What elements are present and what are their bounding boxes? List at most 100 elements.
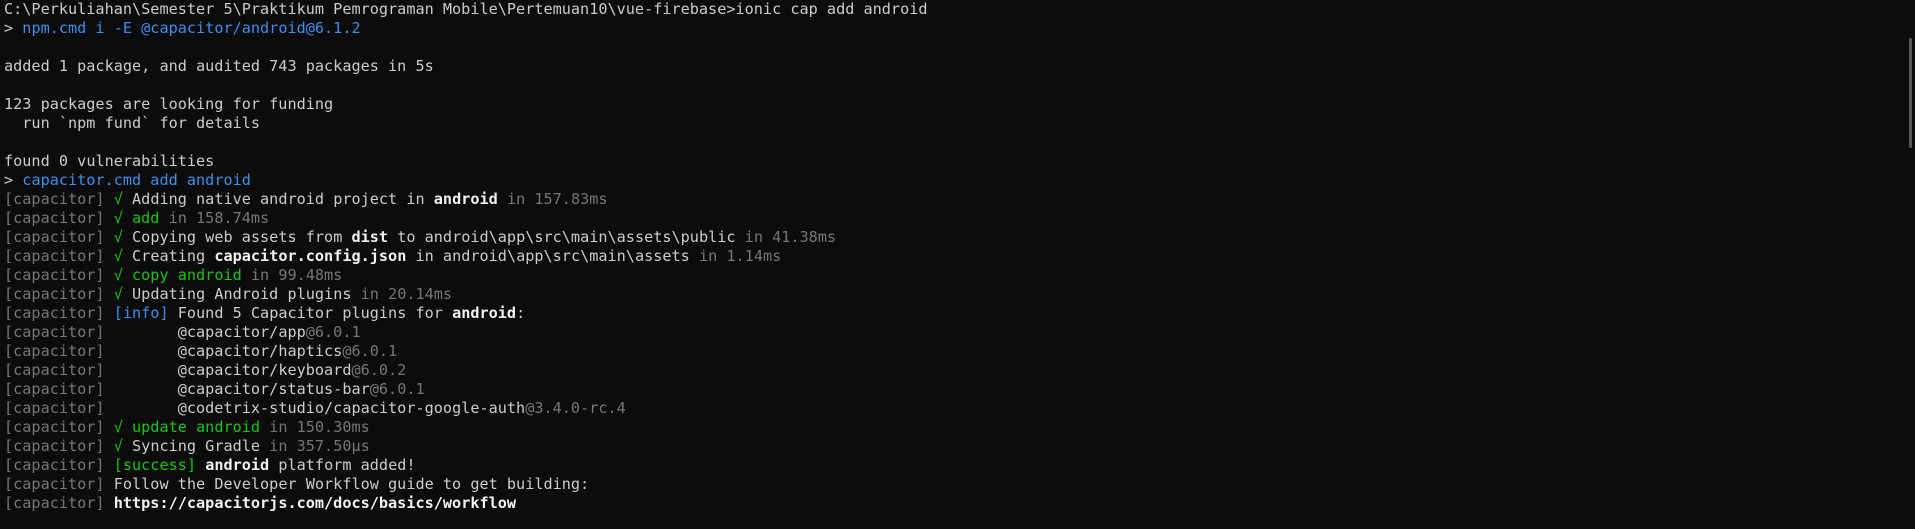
terminal-text: Updating Android plugins bbox=[132, 285, 352, 303]
terminal-line: [capacitor] √ Updating Android plugins i… bbox=[4, 285, 1894, 304]
scrollbar-thumb[interactable] bbox=[1909, 38, 1912, 148]
terminal-line: > npm.cmd i -E @capacitor/android@6.1.2 bbox=[4, 19, 1894, 38]
terminal-text: [capacitor] bbox=[4, 228, 114, 246]
terminal-text: in android\app\src\main\assets bbox=[406, 247, 690, 265]
terminal-text: √ bbox=[113, 285, 133, 303]
terminal-text: @3.4.0-rc.4 bbox=[525, 399, 626, 417]
terminal-line: [capacitor] √ Creating capacitor.config.… bbox=[4, 247, 1894, 266]
terminal-text: √ add bbox=[113, 209, 160, 227]
terminal-text: [capacitor] bbox=[4, 399, 178, 417]
terminal-text: [success] bbox=[113, 456, 197, 474]
terminal-line: 123 packages are looking for funding bbox=[4, 95, 1894, 114]
terminal-text: [capacitor] bbox=[4, 437, 114, 455]
terminal-text: √ bbox=[113, 228, 133, 246]
scrollbar[interactable] bbox=[1901, 0, 1915, 529]
terminal-line: added 1 package, and audited 743 package… bbox=[4, 57, 1894, 76]
terminal-text: Syncing Gradle bbox=[132, 437, 261, 455]
terminal-text: [capacitor] bbox=[4, 209, 114, 227]
terminal-text: in 158.74ms bbox=[159, 209, 270, 227]
terminal-line: [capacitor] [info] Found 5 Capacitor plu… bbox=[4, 304, 1894, 323]
terminal-line: [capacitor] @capacitor/status-bar@6.0.1 bbox=[4, 380, 1894, 399]
terminal-line: [capacitor] https://capacitorjs.com/docs… bbox=[4, 494, 1894, 513]
terminal-text: in 357.50μs bbox=[260, 437, 370, 455]
terminal-text: [capacitor] bbox=[4, 475, 114, 493]
terminal-line: [capacitor] √ update android in 150.30ms bbox=[4, 418, 1894, 437]
terminal-text: in 99.48ms bbox=[241, 266, 343, 284]
terminal-line: [capacitor] √ Copying web assets from di… bbox=[4, 228, 1894, 247]
terminal-text: [capacitor] bbox=[4, 266, 114, 284]
terminal-text: dist bbox=[351, 228, 389, 246]
terminal-text: in 20.14ms bbox=[351, 285, 453, 303]
terminal-text: Follow the Developer Workflow guide to g… bbox=[113, 475, 590, 493]
terminal-text: [capacitor] bbox=[4, 323, 178, 341]
terminal-text: √ copy android bbox=[113, 266, 242, 284]
terminal-text: Copying web assets from bbox=[132, 228, 352, 246]
terminal-text: @capacitor/status-bar bbox=[177, 380, 370, 398]
terminal-text: √ bbox=[113, 437, 133, 455]
terminal-text: android bbox=[205, 456, 270, 474]
terminal-text: added 1 package, and audited 743 package… bbox=[4, 57, 434, 75]
terminal-text: @capacitor/haptics bbox=[177, 342, 343, 360]
terminal-line: [capacitor] @codetrix-studio/capacitor-g… bbox=[4, 399, 1894, 418]
terminal-text: C:\Perkuliahan\Semester 5\Praktikum Pemr… bbox=[4, 0, 928, 18]
terminal-text: : bbox=[516, 304, 526, 322]
terminal-text: found bbox=[4, 152, 59, 170]
terminal-text: capacitor.config.json bbox=[214, 247, 407, 265]
terminal-text: @6.0.1 bbox=[305, 323, 361, 341]
terminal-line: [capacitor] √ Adding native android proj… bbox=[4, 190, 1894, 209]
terminal-line: [capacitor] @capacitor/app@6.0.1 bbox=[4, 323, 1894, 342]
terminal-line: [capacitor] @capacitor/haptics@6.0.1 bbox=[4, 342, 1894, 361]
terminal-text: Found 5 Capacitor plugins for bbox=[168, 304, 453, 322]
terminal-text: √ bbox=[113, 247, 133, 265]
terminal-text: @capacitor/keyboard bbox=[177, 361, 352, 379]
terminal-text: run `npm fund` for details bbox=[4, 114, 261, 132]
terminal-text: 0 bbox=[58, 152, 69, 170]
terminal-text: in 150.30ms bbox=[260, 418, 370, 436]
terminal-text: android bbox=[452, 304, 517, 322]
terminal-text: [capacitor] bbox=[4, 361, 178, 379]
terminal-text: 123 packages are looking for funding bbox=[4, 95, 334, 113]
terminal-text: in 157.83ms bbox=[497, 190, 608, 208]
terminal-text: > bbox=[4, 171, 23, 189]
terminal-text: √ bbox=[113, 190, 133, 208]
terminal-text: npm.cmd i -E @capacitor/android@6.1.2 bbox=[22, 19, 361, 37]
terminal-text: [capacitor] bbox=[4, 190, 114, 208]
terminal-line: run `npm fund` for details bbox=[4, 114, 1894, 133]
terminal-text: [capacitor] bbox=[4, 304, 114, 322]
terminal-text: https://capacitorjs.com/docs/basics/work… bbox=[113, 494, 517, 512]
terminal-text: [info] bbox=[113, 304, 169, 322]
terminal-line: found 0 vulnerabilities bbox=[4, 152, 1894, 171]
terminal-text: [capacitor] bbox=[4, 247, 114, 265]
terminal-text: [capacitor] bbox=[4, 456, 114, 474]
terminal-line: [capacitor] @capacitor/keyboard@6.0.2 bbox=[4, 361, 1894, 380]
terminal-line: [capacitor] √ Syncing Gradle in 357.50μs bbox=[4, 437, 1894, 456]
terminal-text: @capacitor/app bbox=[177, 323, 306, 341]
terminal-text: platform added! bbox=[269, 456, 416, 474]
terminal-text: capacitor.cmd add android bbox=[22, 171, 251, 189]
terminal-text: in 41.38ms bbox=[735, 228, 837, 246]
terminal-line: C:\Perkuliahan\Semester 5\Praktikum Pemr… bbox=[4, 0, 1894, 19]
terminal-output[interactable]: C:\Perkuliahan\Semester 5\Praktikum Pemr… bbox=[4, 0, 1894, 529]
terminal-text: @6.0.1 bbox=[369, 380, 425, 398]
terminal-text: @codetrix-studio/capacitor-google-auth bbox=[177, 399, 526, 417]
terminal-text: [capacitor] bbox=[4, 380, 178, 398]
terminal-text: > bbox=[4, 19, 23, 37]
terminal-text: in 1.14ms bbox=[689, 247, 782, 265]
terminal-text: Adding native android project in bbox=[132, 190, 434, 208]
terminal-line: [capacitor] Follow the Developer Workflo… bbox=[4, 475, 1894, 494]
terminal-text: √ update android bbox=[113, 418, 261, 436]
terminal-line: [capacitor] [success] android platform a… bbox=[4, 456, 1894, 475]
terminal-text: [capacitor] bbox=[4, 418, 114, 436]
terminal-line: > capacitor.cmd add android bbox=[4, 171, 1894, 190]
terminal-line: [capacitor] √ add in 158.74ms bbox=[4, 209, 1894, 228]
terminal-text: vulnerabilities bbox=[68, 152, 215, 170]
terminal-text: to android\app\src\main\assets\public bbox=[388, 228, 736, 246]
terminal-text: [capacitor] bbox=[4, 342, 178, 360]
terminal-text: [capacitor] bbox=[4, 494, 114, 512]
terminal-line: [capacitor] √ copy android in 99.48ms bbox=[4, 266, 1894, 285]
terminal-text: @6.0.1 bbox=[342, 342, 398, 360]
terminal-text: android bbox=[433, 190, 498, 208]
